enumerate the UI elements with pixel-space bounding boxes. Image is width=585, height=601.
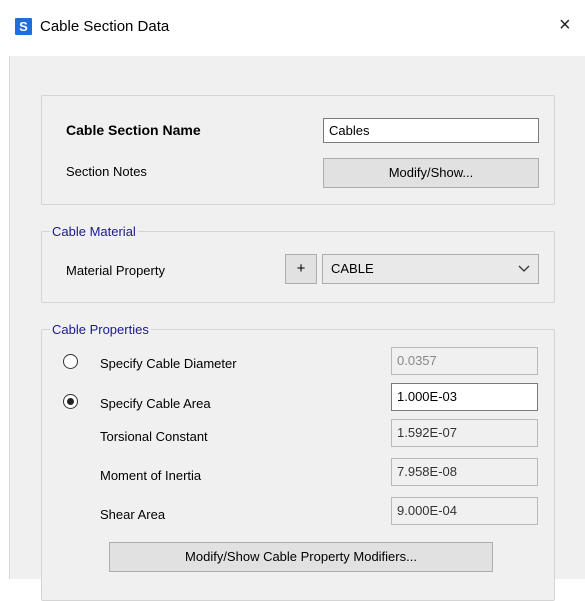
cable-properties-group: Cable Properties Specify Cable Diameter … [41,322,555,601]
shear-area-label: Shear Area [100,507,166,522]
diameter-input: 0.0357 [391,347,538,375]
moment-of-inertia-field: 7.958E-08 [391,458,538,486]
specify-diameter-label[interactable]: Specify Cable Diameter [100,356,237,371]
area-input[interactable]: 1.000E-03 [391,383,538,411]
material-select-value: CABLE [331,261,374,276]
chevron-down-icon [518,255,530,293]
section-group: Cable Section Name Cables Section Notes … [41,95,555,205]
section-name-label: Cable Section Name [66,122,201,138]
section-name-input[interactable]: Cables [323,118,539,143]
material-select[interactable]: CABLE [322,254,539,284]
window-title: Cable Section Data [40,18,170,35]
title-bar: S Cable Section Data × [0,0,585,56]
cable-material-group: Cable Material Material Property + CABLE [41,224,555,303]
material-property-label: Material Property [66,263,165,278]
app-icon: S [15,18,32,35]
add-material-button[interactable]: + [285,254,317,284]
torsional-constant-field: 1.592E-07 [391,419,538,447]
section-notes-button[interactable]: Modify/Show... [323,158,539,188]
torsional-constant-label: Torsional Constant [100,429,208,444]
moment-of-inertia-label: Moment of Inertia [100,468,202,483]
cable-properties-legend: Cable Properties [50,322,151,337]
specify-diameter-radio[interactable] [63,354,78,369]
close-icon[interactable]: × [559,10,585,40]
shear-area-field: 9.000E-04 [391,497,538,525]
specify-area-label[interactable]: Specify Cable Area [100,396,211,411]
dialog-body: Cable Section Name Cables Section Notes … [9,56,585,601]
specify-area-radio[interactable] [63,394,78,409]
section-notes-label: Section Notes [66,164,147,179]
modify-cable-modifiers-button[interactable]: Modify/Show Cable Property Modifiers... [109,542,493,572]
cable-material-legend: Cable Material [50,224,138,239]
